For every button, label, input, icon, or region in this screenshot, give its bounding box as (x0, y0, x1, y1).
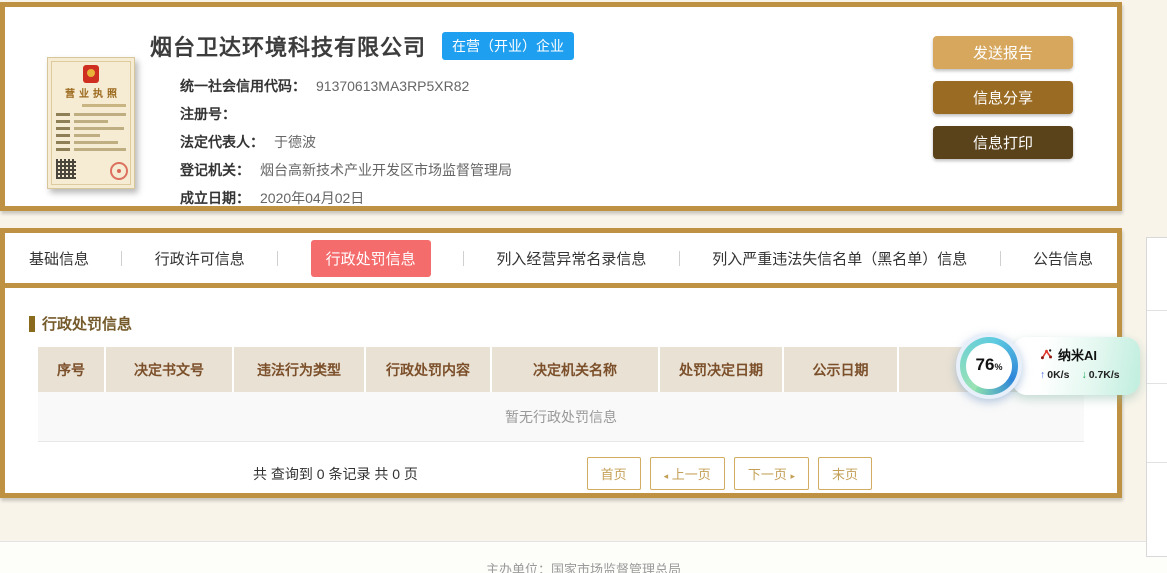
tab-basic-info[interactable]: 基础信息 (29, 248, 89, 269)
side-toolbar-item[interactable] (1147, 311, 1167, 384)
upload-speed: ↑ 0K/s (1040, 369, 1070, 381)
license-title: 营业执照 (65, 89, 121, 100)
side-toolbar-item[interactable] (1147, 463, 1167, 556)
nami-ai-widget[interactable]: 纳米AI ↑ 0K/s ↓ 0.7K/s (1012, 337, 1140, 395)
side-toolbar-item[interactable] (1147, 384, 1167, 463)
field-legal-representative: 法定代表人： 于德波 (180, 134, 316, 150)
gauge-percent: 76 (975, 355, 995, 374)
field-registration-authority: 登记机关： 烟台高新技术产业开发区市场监督管理局 (180, 162, 512, 178)
prev-arrow-icon: ◂ (663, 471, 669, 481)
upload-arrow-icon: ↑ (1040, 369, 1046, 381)
download-arrow-icon: ↓ (1081, 369, 1087, 381)
empty-state-text: 暂无行政处罚信息 (38, 392, 1084, 442)
business-license-image: 营业执照 (47, 57, 135, 189)
tab-separator (678, 250, 680, 266)
pagination-buttons: 首页 ◂ 上一页 下一页 ▸ 末页 (586, 457, 872, 490)
penalty-section-title: 行政处罚信息 (29, 313, 1117, 334)
national-emblem-icon (83, 65, 99, 83)
col-violation-type: 违法行为类型 (234, 347, 364, 392)
col-publicity-date: 公示日期 (784, 347, 897, 392)
pagination: 共 查询到 0 条记录 共 0 页 首页 ◂ 上一页 下一页 ▸ 末页 (38, 457, 1084, 490)
col-decision-authority: 决定机关名称 (492, 347, 658, 392)
page-footer: 主办单位：国家市场监督管理总局 (0, 541, 1167, 573)
field-establishment-date: 成立日期： 2020年04月02日 (180, 190, 365, 206)
record-count-summary: 共 查询到 0 条记录 共 0 页 (253, 465, 418, 482)
section-marker-icon (29, 315, 35, 332)
license-subline (82, 104, 126, 107)
action-buttons: 发送报告 信息分享 信息打印 (933, 36, 1073, 159)
col-penalty-decision-date: 处罚决定日期 (660, 347, 782, 392)
qr-code (56, 159, 76, 179)
tab-bar: 基础信息 行政许可信息 行政处罚信息 列入经营异常名录信息 列入严重违法失信名单… (5, 233, 1117, 283)
tab-announcement-info[interactable]: 公告信息 (1033, 248, 1093, 269)
side-toolbar-item[interactable] (1147, 238, 1167, 311)
next-page-button[interactable]: 下一页 ▸ (733, 457, 809, 490)
next-arrow-icon: ▸ (790, 471, 795, 481)
memory-usage-gauge[interactable]: 76 % (956, 333, 1022, 399)
tab-administrative-penalty[interactable]: 行政处罚信息 (310, 239, 431, 277)
company-summary-card: 营业执照 烟台卫达环境科技有限公司 在营（开业）企业 统一社会信用代码： 913… (0, 2, 1122, 211)
tab-administrative-license[interactable]: 行政许可信息 (155, 248, 245, 269)
tab-serious-violation-blacklist[interactable]: 列入严重违法失信名单（黑名单）信息 (712, 248, 967, 269)
tab-separator (277, 250, 279, 266)
gauge-percent-unit: % (994, 362, 1003, 372)
download-speed: ↓ 0.7K/s (1081, 369, 1120, 381)
tab-separator (999, 250, 1001, 266)
gauge-ring: 76 % (960, 337, 1018, 395)
last-page-button[interactable]: 末页 (817, 457, 872, 490)
tab-abnormal-operation-list[interactable]: 列入经营异常名录信息 (496, 248, 646, 269)
first-page-button[interactable]: 首页 (586, 457, 641, 490)
field-credit-code: 统一社会信用代码： 91370613MA3RP5XR82 (180, 78, 470, 94)
company-info: 烟台卫达环境科技有限公司 在营（开业）企业 统一社会信用代码： 91370613… (150, 30, 575, 212)
prev-page-button[interactable]: ◂ 上一页 (649, 457, 725, 490)
tab-separator (121, 250, 123, 266)
gold-divider (5, 283, 1117, 288)
col-decision-doc-number: 决定书文号 (106, 347, 232, 392)
company-name: 烟台卫达环境科技有限公司 (150, 35, 427, 60)
send-report-button[interactable]: 发送报告 (933, 36, 1073, 69)
col-serial-number: 序号 (38, 347, 104, 392)
tab-separator (463, 250, 464, 266)
table-header-row: 序号 决定书文号 违法行为类型 行政处罚内容 决定机关名称 处罚决定日期 公示日… (38, 347, 1084, 392)
status-badge: 在营（开业）企业 (442, 32, 575, 60)
col-penalty-content: 行政处罚内容 (366, 347, 490, 392)
page: 营业执照 烟台卫达环境科技有限公司 在营（开业）企业 统一社会信用代码： 913… (0, 0, 1167, 573)
nami-ai-logo-icon (1040, 349, 1053, 360)
detail-card: 基础信息 行政许可信息 行政处罚信息 列入经营异常名录信息 列入严重违法失信名单… (0, 228, 1122, 498)
footer-host-text: 主办单位：国家市场监督管理总局 (485, 562, 681, 573)
field-registration-number: 注册号： (180, 106, 236, 122)
side-toolbar (1146, 237, 1167, 557)
red-seal-icon (110, 162, 128, 180)
penalty-table: 序号 决定书文号 违法行为类型 行政处罚内容 决定机关名称 处罚决定日期 公示日… (38, 347, 1084, 490)
print-info-button[interactable]: 信息打印 (933, 126, 1073, 159)
share-info-button[interactable]: 信息分享 (933, 81, 1073, 114)
widget-title: 纳米AI (1058, 348, 1098, 363)
